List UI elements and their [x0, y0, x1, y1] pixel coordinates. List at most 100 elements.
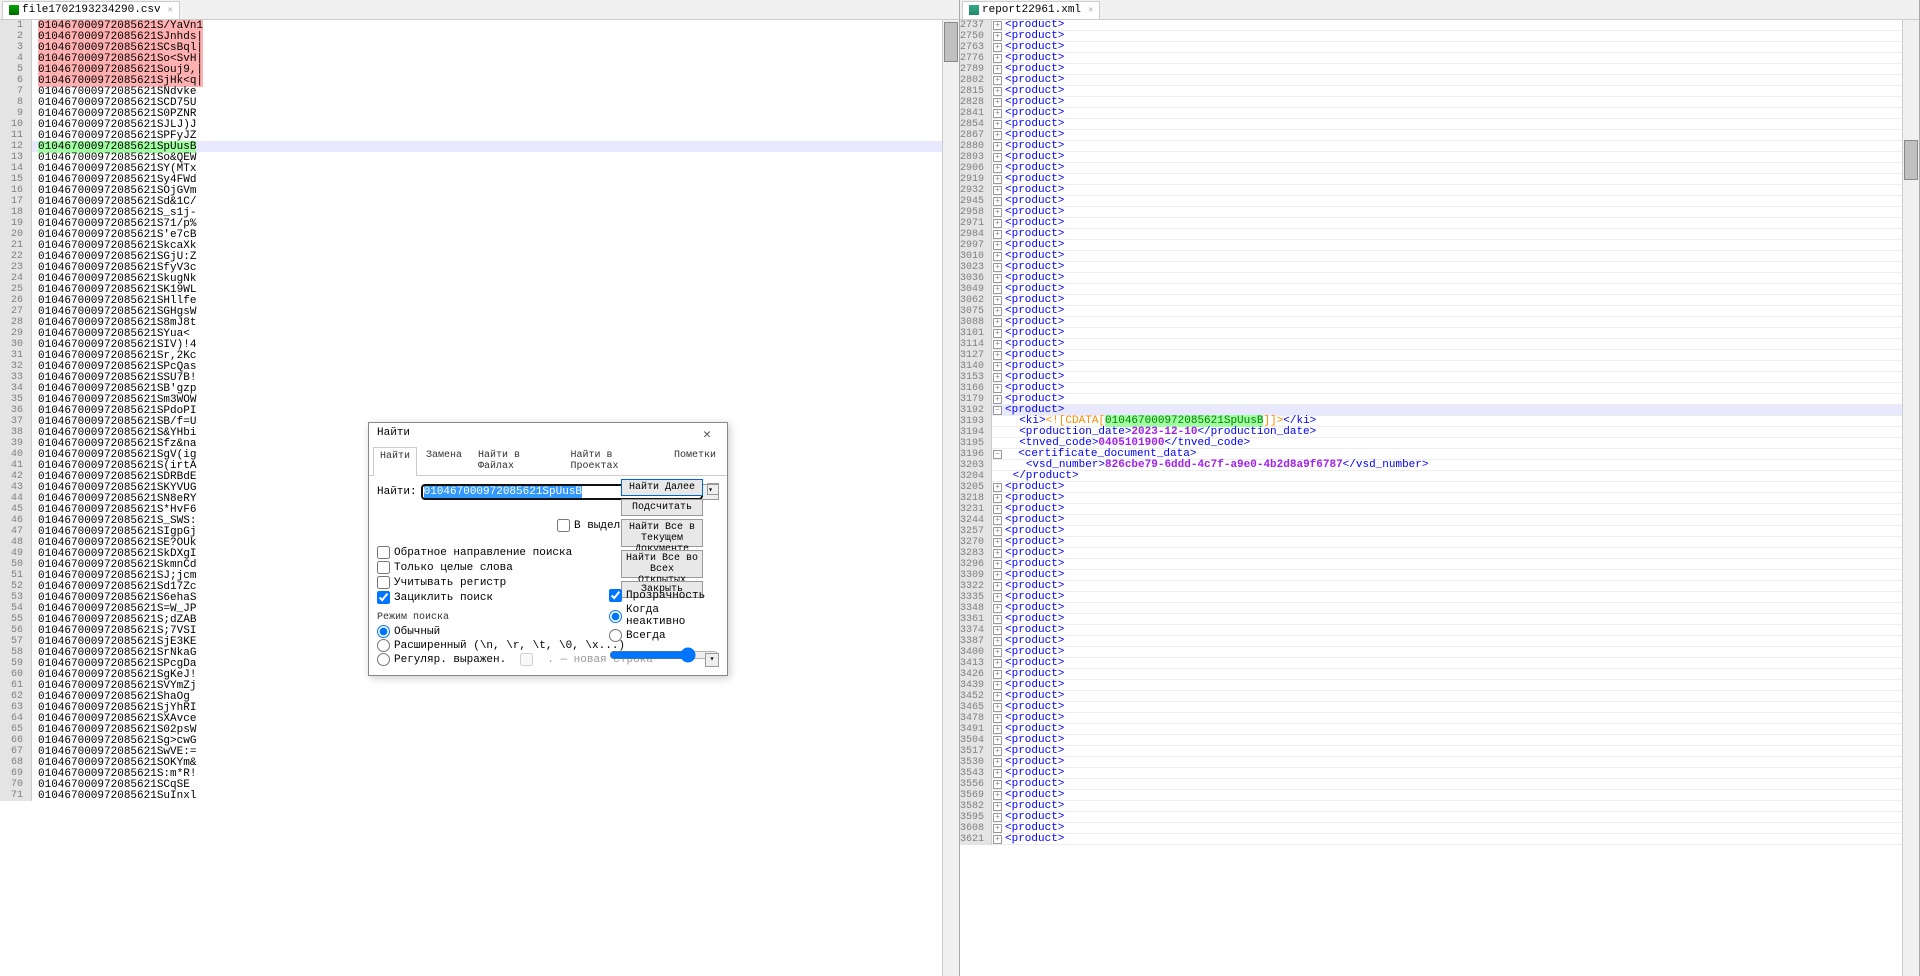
find-all-current-button[interactable]: Найти Все в Текущем Документе [621, 519, 703, 547]
fold-icon[interactable]: + [993, 175, 1002, 184]
close-icon[interactable]: ✕ [1088, 5, 1093, 15]
fold-icon[interactable]: + [993, 769, 1002, 778]
code-line[interactable]: 21010467000972085621SkcaXk [0, 240, 959, 251]
code-line[interactable]: 71010467000972085621SuInxl [0, 790, 959, 801]
scrollbar[interactable] [1902, 20, 1919, 976]
fold-icon[interactable]: + [993, 65, 1002, 74]
dialog-tab[interactable]: Замена [419, 446, 469, 475]
code-line[interactable]: 25010467000972085621SK19WL [0, 284, 959, 295]
find-all-open-button[interactable]: Найти Все во Всех Открытых Документах [621, 550, 703, 578]
code-line[interactable]: 24010467000972085621SkugNk [0, 273, 959, 284]
fold-icon[interactable]: + [993, 736, 1002, 745]
fold-icon[interactable]: + [993, 373, 1002, 382]
code-line[interactable]: 12010467000972085621SpUusB [0, 141, 959, 152]
fold-icon[interactable]: + [993, 494, 1002, 503]
code-line[interactable]: 65010467000972085621S02psW [0, 724, 959, 735]
code-line[interactable]: 26010467000972085621SHllfe [0, 295, 959, 306]
fold-icon[interactable]: + [993, 241, 1002, 250]
code-line[interactable]: 64010467000972085621SXAvce [0, 713, 959, 724]
fold-icon[interactable]: + [993, 274, 1002, 283]
code-line[interactable]: 63010467000972085621SjYhRI [0, 702, 959, 713]
fold-icon[interactable]: + [993, 263, 1002, 272]
fold-icon[interactable]: + [993, 527, 1002, 536]
fold-icon[interactable]: + [993, 813, 1002, 822]
code-line[interactable]: 30010467000972085621SIV)!4 [0, 339, 959, 350]
fold-icon[interactable]: + [993, 120, 1002, 129]
fold-icon[interactable]: + [993, 571, 1002, 580]
code-line[interactable]: 33010467000972085621SSU7B! [0, 372, 959, 383]
fold-icon[interactable]: + [993, 208, 1002, 217]
fold-icon[interactable]: + [993, 560, 1002, 569]
fold-icon[interactable]: + [993, 582, 1002, 591]
code-line[interactable]: 34010467000972085621SB'gzp [0, 383, 959, 394]
code-line[interactable]: 61010467000972085621SVYmZj [0, 680, 959, 691]
fold-icon[interactable]: + [993, 791, 1002, 800]
code-line[interactable]: 29010467000972085621SYua< [0, 328, 959, 339]
fold-icon[interactable]: + [993, 615, 1002, 624]
fold-icon[interactable]: + [993, 725, 1002, 734]
fold-icon[interactable]: + [993, 538, 1002, 547]
code-line[interactable]: 23010467000972085621SfyV3c [0, 262, 959, 273]
fold-icon[interactable]: + [993, 395, 1002, 404]
scrollbar[interactable] [942, 20, 959, 976]
code-line[interactable]: 19010467000972085621S71/p% [0, 218, 959, 229]
code-line[interactable]: 69010467000972085621S:m*R! [0, 768, 959, 779]
left-tab[interactable]: file1702193234290.csv ✕ [2, 1, 180, 19]
scroll-thumb[interactable] [944, 22, 958, 62]
fold-icon[interactable]: + [993, 351, 1002, 360]
fold-icon[interactable]: + [993, 109, 1002, 118]
fold-icon[interactable]: + [993, 197, 1002, 206]
find-next-check[interactable] [707, 483, 719, 495]
code-line[interactable]: 70010467000972085621SCqSE [0, 779, 959, 790]
fold-icon[interactable]: + [993, 219, 1002, 228]
fold-icon[interactable]: + [993, 626, 1002, 635]
code-line[interactable]: 16010467000972085621SOjGVm [0, 185, 959, 196]
fold-icon[interactable]: + [993, 802, 1002, 811]
fold-icon[interactable]: + [993, 483, 1002, 492]
code-line[interactable]: 20010467000972085621S'e7cB [0, 229, 959, 240]
fold-icon[interactable]: + [993, 186, 1002, 195]
fold-icon[interactable]: + [993, 362, 1002, 371]
fold-icon[interactable]: + [993, 714, 1002, 723]
fold-icon[interactable]: + [993, 54, 1002, 63]
fold-icon[interactable]: + [993, 32, 1002, 41]
count-button[interactable]: Подсчитать [621, 499, 703, 516]
fold-icon[interactable]: + [993, 593, 1002, 602]
code-line[interactable]: 9010467000972085621S0PZNR [0, 108, 959, 119]
fold-icon[interactable]: + [993, 681, 1002, 690]
fold-icon[interactable]: + [993, 824, 1002, 833]
fold-icon[interactable]: + [993, 252, 1002, 261]
right-editor[interactable]: 2737+<product>2750+<product>2763+<produc… [960, 20, 1919, 976]
code-line[interactable]: 14010467000972085621SY(MTx [0, 163, 959, 174]
code-line[interactable]: 28010467000972085621S8mJ8t [0, 317, 959, 328]
fold-icon[interactable]: − [993, 450, 1002, 459]
code-line[interactable]: 32010467000972085621SPcQas [0, 361, 959, 372]
fold-icon[interactable]: + [993, 692, 1002, 701]
fold-icon[interactable]: + [993, 747, 1002, 756]
code-line[interactable]: 66010467000972085621Sg>cwG [0, 735, 959, 746]
fold-icon[interactable]: + [993, 835, 1002, 844]
code-line[interactable]: 8010467000972085621SCD75U [0, 97, 959, 108]
fold-icon[interactable]: + [993, 648, 1002, 657]
expand-icon[interactable]: ▾ [705, 653, 719, 667]
dialog-tab[interactable]: Пометки [667, 446, 723, 475]
fold-icon[interactable]: + [993, 505, 1002, 514]
code-line[interactable]: 62010467000972085621ShaOg [0, 691, 959, 702]
code-line[interactable]: 10010467000972085621SJLJ)J [0, 119, 959, 130]
code-line[interactable]: 2010467000972085621SJnhds| [0, 31, 959, 42]
code-line[interactable]: 4010467000972085621So<SvH| [0, 53, 959, 64]
fold-icon[interactable]: + [993, 659, 1002, 668]
code-line[interactable]: 11010467000972085621SPFyJZ [0, 130, 959, 141]
fold-icon[interactable]: + [993, 703, 1002, 712]
fold-icon[interactable]: + [993, 670, 1002, 679]
fold-icon[interactable]: + [993, 318, 1002, 327]
fold-icon[interactable]: + [993, 142, 1002, 151]
code-line[interactable]: 27010467000972085621SGHgsW [0, 306, 959, 317]
code-line[interactable]: 6010467000972085621SjHk<q| [0, 75, 959, 86]
fold-icon[interactable]: + [993, 131, 1002, 140]
code-line[interactable]: 5010467000972085621Souj9,| [0, 64, 959, 75]
fold-icon[interactable]: + [993, 87, 1002, 96]
code-line[interactable]: 68010467000972085621SOKYm& [0, 757, 959, 768]
code-line[interactable]: 13010467000972085621So&QEW [0, 152, 959, 163]
code-line[interactable]: 31010467000972085621Sr,2Kc [0, 350, 959, 361]
